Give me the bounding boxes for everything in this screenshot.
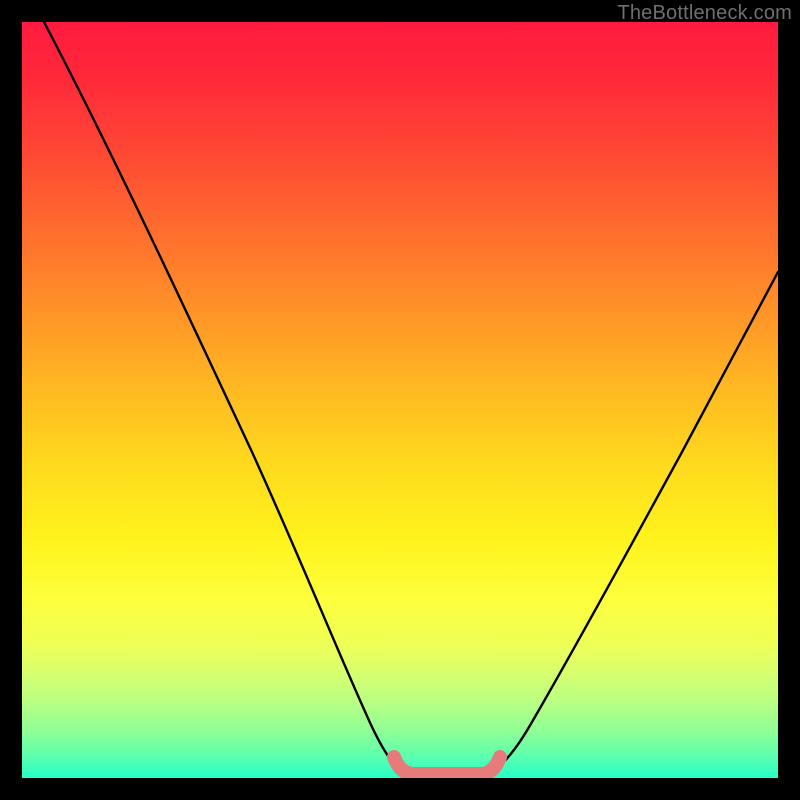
curve-layer bbox=[22, 22, 778, 778]
plot-area bbox=[22, 22, 778, 778]
chart-container: TheBottleneck.com bbox=[0, 0, 800, 800]
bottleneck-curve bbox=[44, 22, 778, 774]
valley-highlight bbox=[394, 757, 500, 774]
